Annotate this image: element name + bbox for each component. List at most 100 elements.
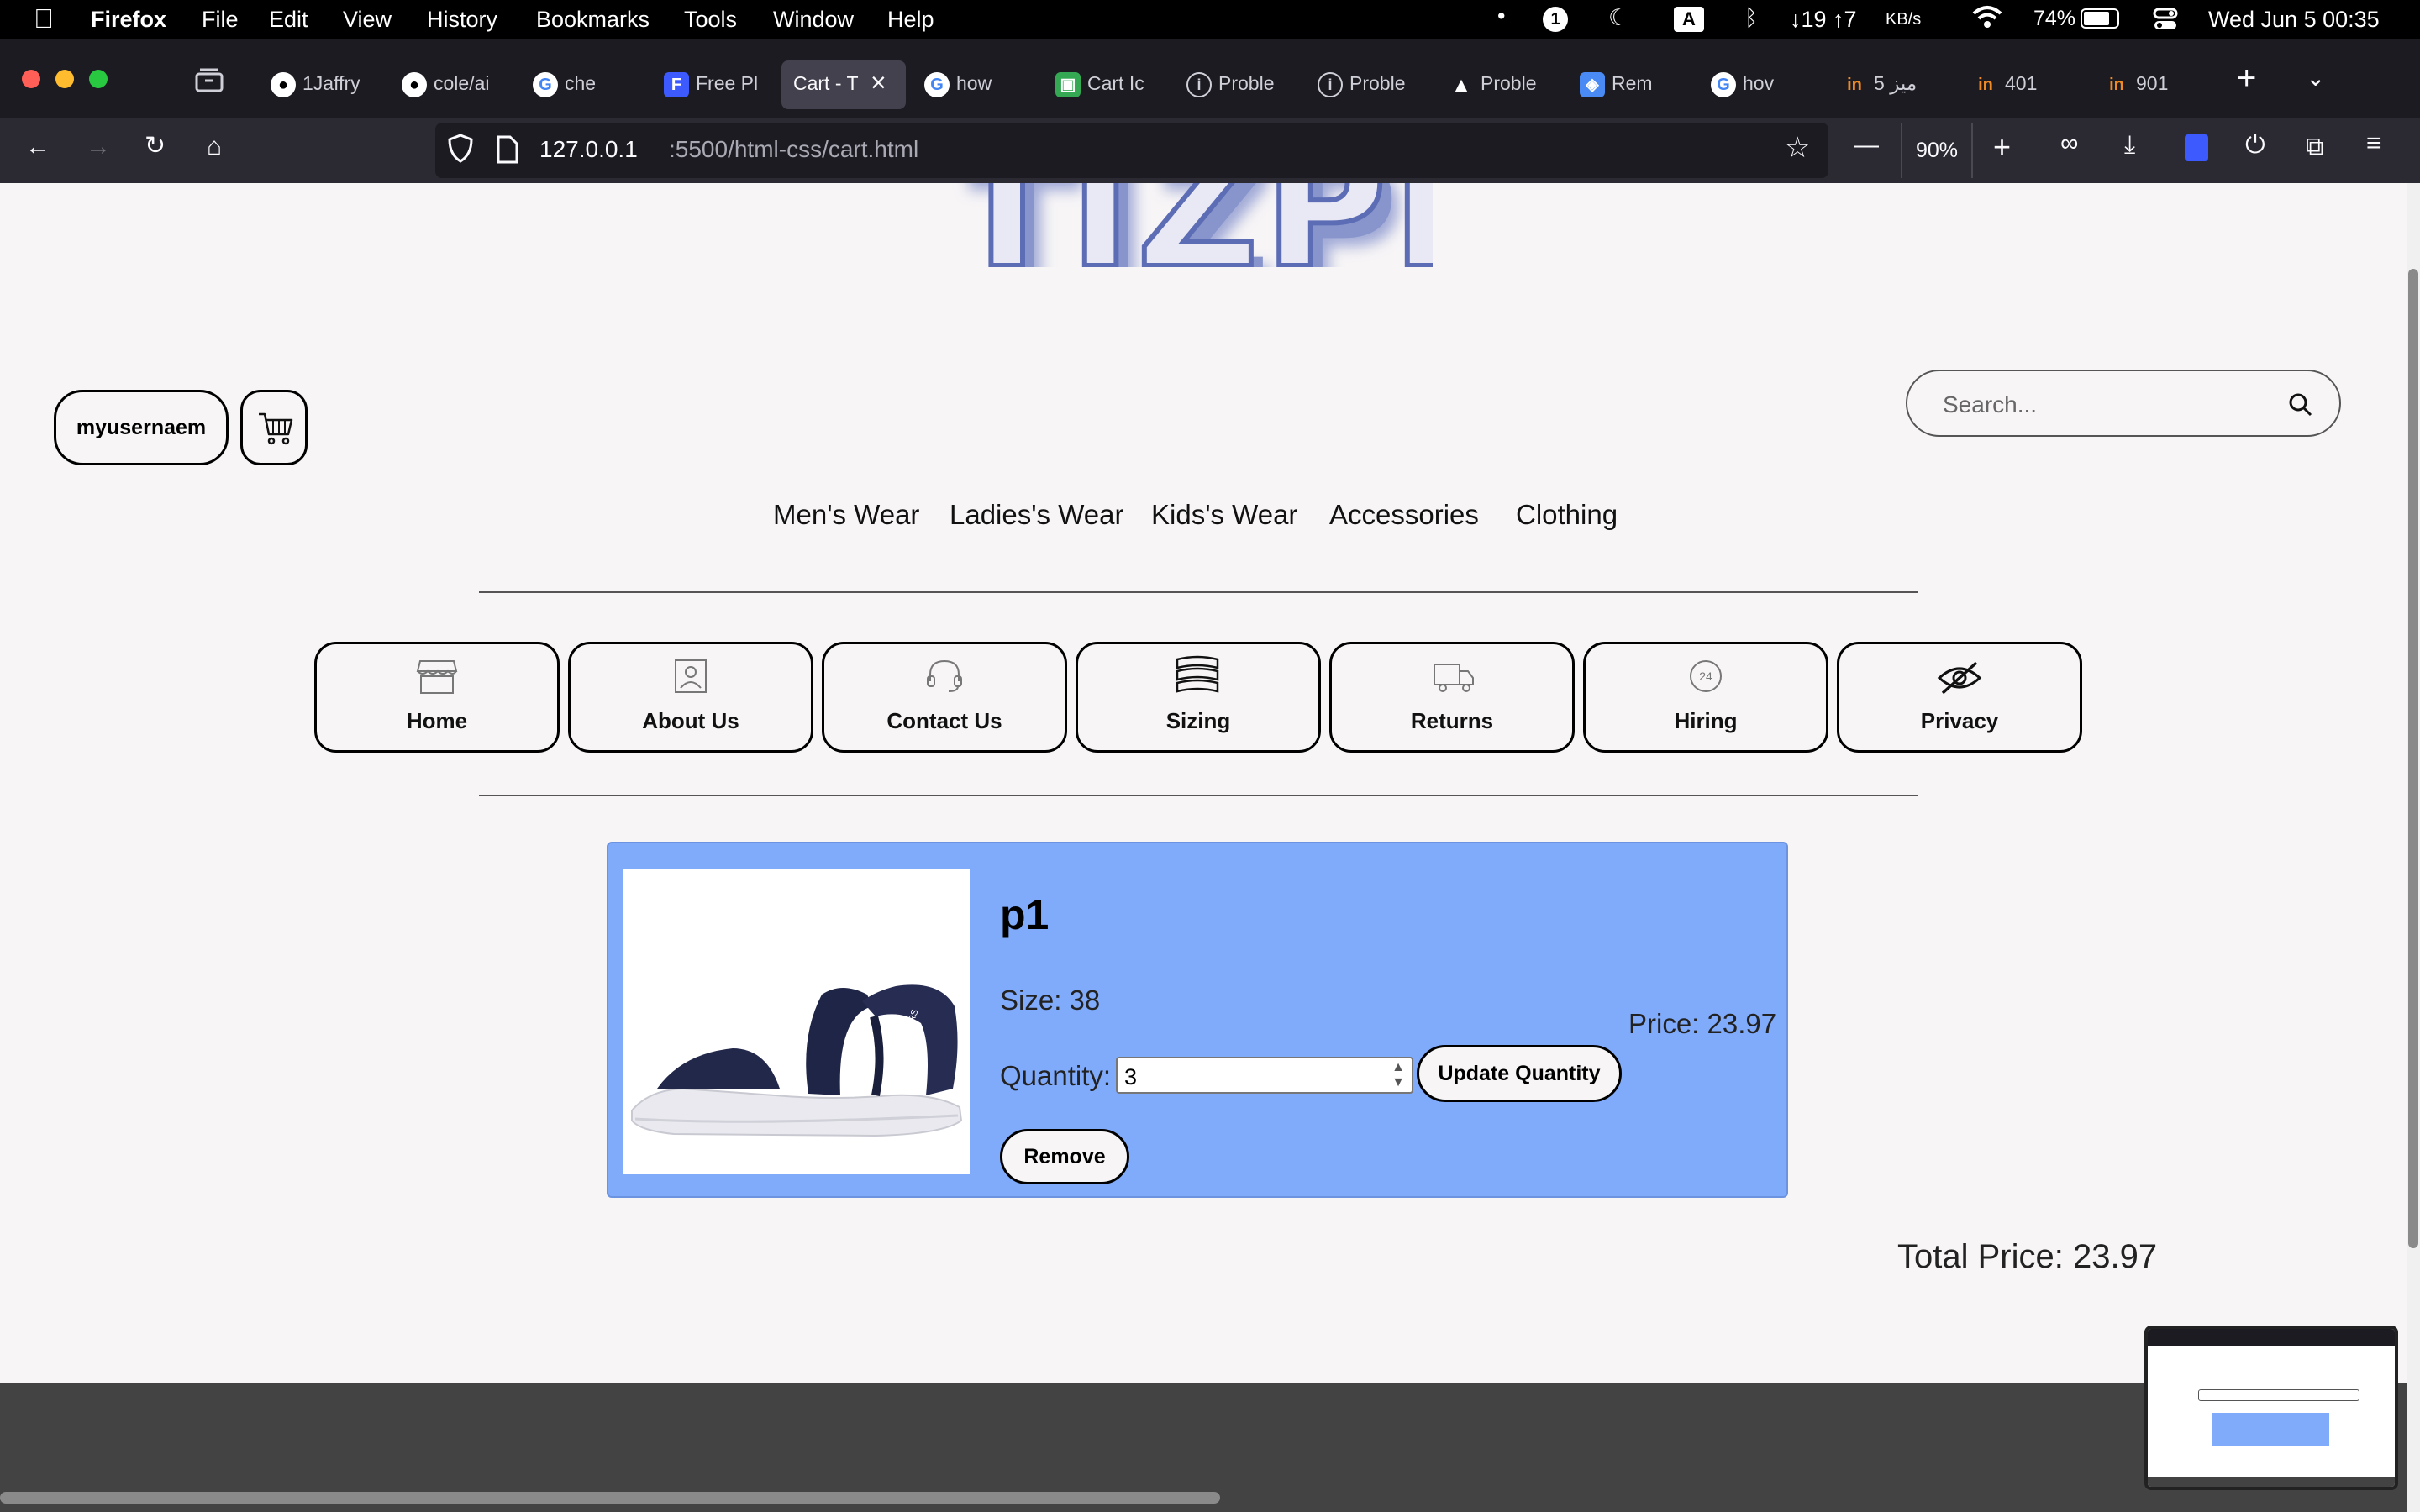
menu-file[interactable]: File xyxy=(202,7,239,33)
menu-tools[interactable]: Tools xyxy=(684,7,737,33)
category-ladies-wear[interactable]: Ladies's Wear xyxy=(950,499,1123,531)
quantity-stepper[interactable]: ▲ ▼ xyxy=(1390,1060,1407,1090)
page-info-icon[interactable] xyxy=(496,134,519,169)
app-menu-icon[interactable]: ≡ xyxy=(2366,129,2381,158)
menu-view[interactable]: View xyxy=(343,7,392,33)
menu-help[interactable]: Help xyxy=(887,7,934,33)
category-kids-wear[interactable]: Kids's Wear xyxy=(1151,499,1297,531)
nav-privacy-button[interactable]: Privacy xyxy=(1837,642,2082,753)
product-image[interactable]: SKECHERS xyxy=(623,869,970,1174)
bluetooth-icon[interactable]: ᛒ xyxy=(1744,5,1758,31)
tab-in-2[interactable]: in 401 xyxy=(1965,60,2091,109)
category-mens-wear[interactable]: Men's Wear xyxy=(773,499,919,531)
network-unit: KB/s xyxy=(1886,10,1922,29)
menu-window[interactable]: Window xyxy=(773,7,854,33)
search-icon[interactable] xyxy=(2287,391,2314,418)
thumbnail-footer xyxy=(2148,1477,2395,1487)
tab-google-hov[interactable]: Ghov xyxy=(1702,60,1828,109)
tab-problem-2[interactable]: i Proble xyxy=(1309,60,1435,109)
list-tabs-icon[interactable]: ⌄ xyxy=(2306,60,2336,96)
box-icon: ▣ xyxy=(1055,72,1081,97)
tab-cart-ic[interactable]: ▣ Cart Ic xyxy=(1047,60,1173,109)
cart-item-card: SKECHERS p1 Size: 38 Price: 23.97 Quanti… xyxy=(607,842,1788,1198)
cart-icon xyxy=(259,412,293,445)
new-tab-button[interactable]: + xyxy=(2237,60,2267,96)
menu-bookmarks[interactable]: Bookmarks xyxy=(536,7,650,33)
zoom-level[interactable]: 90% xyxy=(1901,123,1973,178)
thumbnail-nav xyxy=(2198,1389,2360,1401)
menu-edit[interactable]: Edit xyxy=(269,7,308,33)
tab-cart-active[interactable]: Cart - T × xyxy=(781,60,906,109)
screenshot-thumbnail-preview[interactable] xyxy=(2144,1326,2398,1490)
remove-button[interactable]: Remove xyxy=(1000,1129,1129,1184)
site-logo[interactable]: TIZPH xyxy=(950,183,1433,267)
home-button[interactable]: ⌂ xyxy=(207,133,222,161)
in-icon: in xyxy=(2109,76,2124,94)
tab-overview-icon[interactable] xyxy=(195,67,229,97)
in-icon: in xyxy=(1978,76,1993,94)
tab-google-how[interactable]: Ghow xyxy=(916,60,1042,109)
app-menu[interactable]: Firefox xyxy=(91,7,166,33)
private-mask-icon[interactable]: ∞ xyxy=(2060,129,2078,158)
nav-about-us-button[interactable]: About Us xyxy=(568,642,813,753)
wifi-icon[interactable] xyxy=(1971,2,2003,38)
close-window-button[interactable] xyxy=(22,70,40,88)
control-center-icon[interactable] xyxy=(2153,7,2178,32)
power-icon[interactable]: ⏻ xyxy=(2245,131,2265,160)
bitwarden-icon[interactable] xyxy=(2185,134,2208,161)
reload-button[interactable]: ↻ xyxy=(145,131,166,160)
menu-history[interactable]: History xyxy=(427,7,497,33)
url-bar[interactable]: 127.0.0.1:5500/html-css/cart.html ☆ xyxy=(435,123,1828,178)
clock[interactable]: Wed Jun 5 00:35 xyxy=(2208,7,2380,33)
nav-sizing-button[interactable]: Sizing xyxy=(1076,642,1321,753)
nav-returns-button[interactable]: Returns xyxy=(1329,642,1575,753)
password-badge[interactable]: 1 xyxy=(1543,7,1568,32)
back-button[interactable]: ← xyxy=(25,133,50,161)
category-accessories[interactable]: Accessories xyxy=(1329,499,1479,531)
zoom-out-button[interactable]: — xyxy=(1854,131,1879,160)
downloads-icon[interactable]: ⤓ xyxy=(2124,131,2135,160)
update-quantity-button[interactable]: Update Quantity xyxy=(1417,1045,1622,1102)
tab-in-1[interactable]: in 5 ميز xyxy=(1833,60,1960,109)
cart-button[interactable] xyxy=(240,390,308,465)
forward-button[interactable]: → xyxy=(86,133,111,161)
nav-contact-us-button[interactable]: Contact Us xyxy=(822,642,1067,753)
minimize-window-button[interactable] xyxy=(55,70,74,88)
input-source-indicator[interactable]: A xyxy=(1674,7,1704,32)
battery-percent: 74% xyxy=(2033,7,2076,30)
tab-free-pl[interactable]: F Free Pl xyxy=(655,60,781,109)
dot-icon: • xyxy=(1497,3,1506,29)
zoom-in-button[interactable]: + xyxy=(1993,129,2011,165)
measuring-tape-icon xyxy=(1176,655,1219,693)
zoom-window-button[interactable] xyxy=(89,70,108,88)
user-card-icon xyxy=(675,659,707,693)
tracking-shield-icon[interactable] xyxy=(447,133,474,169)
tab-github-1jaffry[interactable]: ● 1Jaffry xyxy=(262,60,388,109)
apple-icon[interactable]:  xyxy=(34,3,54,34)
tab-problem-1[interactable]: i Proble xyxy=(1178,60,1304,109)
tab-github-cole[interactable]: ● cole/ai xyxy=(393,60,519,109)
battery-icon[interactable] xyxy=(2081,8,2119,29)
vertical-scrollbar-thumb[interactable] xyxy=(2408,269,2418,1248)
moon-icon[interactable]: ☾ xyxy=(1608,5,1628,31)
network-speed: ↓19 ↑7 xyxy=(1790,7,1857,32)
quantity-input[interactable] xyxy=(1123,1062,1378,1092)
google-icon: G xyxy=(1711,72,1736,97)
tab-rem[interactable]: ◈ Rem xyxy=(1571,60,1697,109)
category-clothing[interactable]: Clothing xyxy=(1516,499,1618,531)
in-icon: in xyxy=(1847,76,1862,94)
info-icon: i xyxy=(1186,72,1212,97)
search-input[interactable] xyxy=(1941,386,2281,423)
nav-hiring-button[interactable]: 24 Hiring xyxy=(1583,642,1828,753)
shield-icon: ◈ xyxy=(1580,72,1605,97)
tab-in-3[interactable]: in 901 xyxy=(2096,60,2222,109)
bookmark-star-icon[interactable]: ☆ xyxy=(1785,131,1810,165)
svg-text:24: 24 xyxy=(1699,669,1712,683)
tab-google-che[interactable]: Gche xyxy=(524,60,650,109)
tab-problem-3[interactable]: ▲ Proble xyxy=(1440,60,1566,109)
horizontal-scrollbar-thumb[interactable] xyxy=(0,1492,1220,1504)
username-button[interactable]: myusernaem xyxy=(54,390,229,465)
extensions-icon[interactable]: ⧉ xyxy=(2306,133,2323,161)
nav-home-button[interactable]: Home xyxy=(314,642,560,753)
close-tab-icon[interactable]: × xyxy=(871,67,886,98)
